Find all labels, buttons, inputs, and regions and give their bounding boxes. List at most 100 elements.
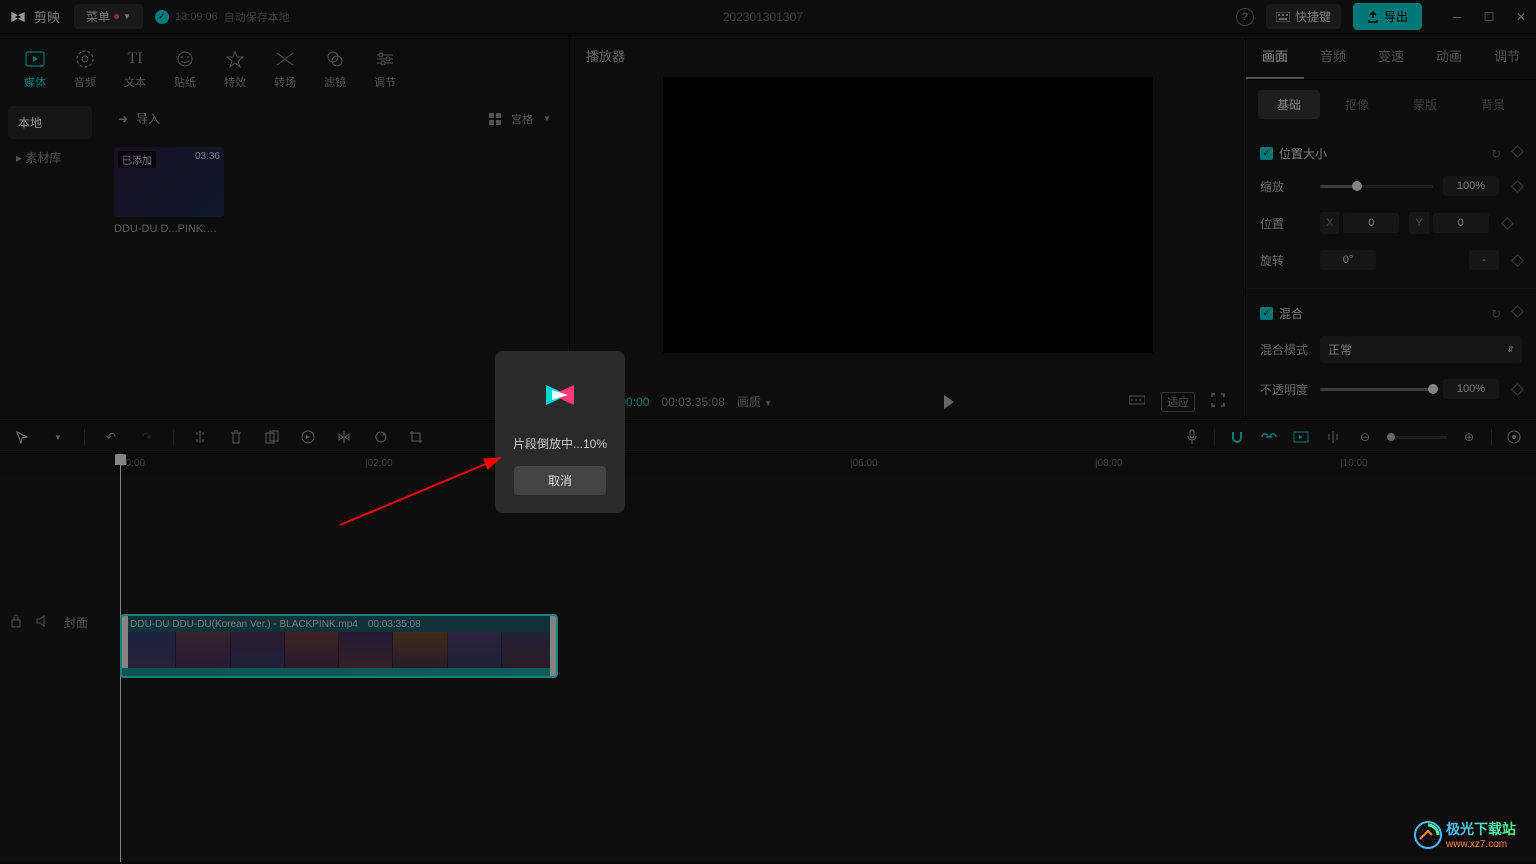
notification-dot-icon — [114, 14, 119, 19]
export-button[interactable]: 导出 — [1353, 3, 1422, 30]
autosave-status: ✓ 13:09:06 自动保存本地 — [155, 9, 290, 25]
keyframe-icon[interactable] — [1511, 305, 1524, 318]
subtab-mask[interactable]: 蒙版 — [1394, 90, 1456, 119]
minimize-button[interactable]: ─ — [1450, 10, 1464, 24]
subtab-basic[interactable]: 基础 — [1258, 90, 1320, 119]
split-icon[interactable] — [190, 427, 210, 447]
opacity-value[interactable]: 100% — [1443, 379, 1499, 399]
crop-icon[interactable] — [262, 427, 282, 447]
watermark: 极光下载站 www.xz7.com — [1414, 819, 1516, 850]
project-title: 202301301307 — [290, 10, 1236, 24]
pos-x[interactable]: 0 — [1343, 213, 1399, 233]
close-button[interactable]: ✕ — [1514, 10, 1528, 24]
scale-value[interactable]: 100% — [1443, 176, 1499, 196]
subtab-cutout[interactable]: 抠像 — [1326, 90, 1388, 119]
subtab-background[interactable]: 背景 — [1462, 90, 1524, 119]
keyframe-icon[interactable] — [1501, 217, 1514, 230]
tab-text[interactable]: TI文本 — [112, 42, 158, 96]
menu-label: 菜单 — [86, 8, 110, 25]
prop-tab-audio[interactable]: 音频 — [1304, 34, 1362, 79]
help-icon[interactable]: ? — [1236, 8, 1254, 26]
video-clip[interactable]: DDU-DU DDU-DU(Korean Ver.) - BLACKPINK.m… — [120, 614, 558, 678]
crop2-icon[interactable] — [406, 427, 426, 447]
app-logo-icon — [8, 7, 28, 27]
view-mode-label: 宫格 — [511, 111, 533, 127]
rotate-icon[interactable] — [370, 427, 390, 447]
tab-adjust[interactable]: 调节 — [362, 42, 408, 96]
play-button[interactable] — [784, 395, 1113, 409]
clip-duration: 03:36 — [195, 151, 220, 162]
export-icon — [1367, 11, 1379, 23]
timeline-ruler[interactable]: 00:00 |02:00 |06:00 |08:00 |10:00 — [0, 454, 1536, 474]
keyframe-icon[interactable] — [1511, 254, 1524, 267]
cancel-button[interactable]: 取消 — [514, 466, 606, 495]
zoom-out-icon[interactable]: ⊖ — [1355, 427, 1375, 447]
shortcut-button[interactable]: 快捷键 — [1266, 4, 1341, 29]
app-logo-icon — [538, 373, 582, 417]
scale-slider[interactable] — [1320, 185, 1433, 188]
track-controls: 封面 — [10, 614, 88, 631]
media-tab-local[interactable]: 本地 — [8, 106, 92, 139]
preview-title: 播放器 — [570, 34, 1245, 77]
prop-tab-adjust[interactable]: 调节 — [1478, 34, 1536, 79]
blend-mode-select[interactable]: 正常⇵ — [1320, 336, 1522, 363]
quality-selector[interactable]: 画质 ▼ — [737, 393, 772, 410]
undo-icon[interactable]: ↶ — [101, 427, 121, 447]
audio-waveform — [122, 668, 556, 676]
menu-button[interactable]: 菜单 ▼ — [74, 4, 143, 29]
redo-icon[interactable]: ↷ — [137, 427, 157, 447]
maximize-button[interactable]: ☐ — [1482, 10, 1496, 24]
tab-effects[interactable]: 特效 — [212, 42, 258, 96]
reset-icon[interactable]: ↻ — [1491, 307, 1501, 321]
check-icon[interactable]: ✓ — [1260, 307, 1273, 320]
zoom-in-icon[interactable]: ⊕ — [1459, 427, 1479, 447]
media-tab-library[interactable]: ▸ 素材库 — [0, 139, 100, 176]
preview-video[interactable] — [663, 77, 1153, 353]
preview-mode-icon[interactable] — [1291, 427, 1311, 447]
prop-tab-speed[interactable]: 变速 — [1362, 34, 1420, 79]
import-button[interactable]: ➜ 导入 — [118, 110, 160, 127]
tab-sticker[interactable]: 贴纸 — [162, 42, 208, 96]
rotate-dash[interactable]: - — [1469, 250, 1499, 270]
cover-button[interactable]: 封面 — [64, 614, 88, 631]
preview-controls: 00:00:00:00 00:03:35:08 画质 ▼ 适应 — [570, 391, 1245, 412]
filter-icon — [326, 50, 344, 68]
mirror-icon[interactable] — [334, 427, 354, 447]
view-controls[interactable]: 宫格 ▼ — [489, 111, 551, 127]
keyframe-icon[interactable] — [1511, 145, 1524, 158]
media-clip[interactable]: 已添加 03:36 DDU-DU D...PINK.mp4 — [114, 147, 224, 235]
time-total: 00:03:35:08 — [661, 395, 724, 409]
media-panel: 媒体 音频 TI文本 贴纸 特效 转场 滤镜 调节 本地 ▸ 素材库 ➜ 导入 — [0, 34, 570, 420]
prop-tab-animation[interactable]: 动画 — [1420, 34, 1478, 79]
mic-icon[interactable] — [1182, 427, 1202, 447]
clip-thumbnail: 已添加 03:36 — [114, 147, 224, 217]
tab-media[interactable]: 媒体 — [12, 42, 58, 96]
prop-tab-video[interactable]: 画面 — [1246, 34, 1304, 79]
align-icon[interactable] — [1323, 427, 1343, 447]
pos-y[interactable]: 0 — [1433, 213, 1489, 233]
tab-filter[interactable]: 滤镜 — [312, 42, 358, 96]
magnet-icon[interactable] — [1227, 427, 1247, 447]
link-icon[interactable] — [1259, 427, 1279, 447]
chevron-down-icon[interactable]: ▼ — [48, 427, 68, 447]
titlebar-right: ? 快捷键 导出 ─ ☐ ✕ — [1236, 3, 1528, 30]
check-icon[interactable]: ✓ — [1260, 147, 1273, 160]
reset-icon[interactable]: ↻ — [1491, 147, 1501, 161]
titlebar: 剪映 菜单 ▼ ✓ 13:09:06 自动保存本地 202301301307 ?… — [0, 0, 1536, 34]
select-tool-icon[interactable] — [12, 427, 32, 447]
lock-icon[interactable] — [10, 614, 22, 631]
fullscreen-icon[interactable] — [1207, 391, 1229, 412]
keyframe-icon[interactable] — [1511, 180, 1524, 193]
compare-icon[interactable] — [1125, 392, 1149, 411]
keyframe-icon[interactable] — [1511, 383, 1524, 396]
fit-icon[interactable] — [1504, 427, 1524, 447]
delete-icon[interactable] — [226, 427, 246, 447]
mute-icon[interactable] — [36, 615, 50, 630]
reverse-icon[interactable] — [298, 427, 318, 447]
tab-transition[interactable]: 转场 — [262, 42, 308, 96]
rotate-value[interactable]: 0° — [1320, 250, 1376, 270]
ratio-button[interactable]: 适应 — [1161, 392, 1195, 412]
app-name: 剪映 — [34, 7, 60, 26]
opacity-slider[interactable] — [1320, 388, 1433, 391]
tab-audio[interactable]: 音频 — [62, 42, 108, 96]
